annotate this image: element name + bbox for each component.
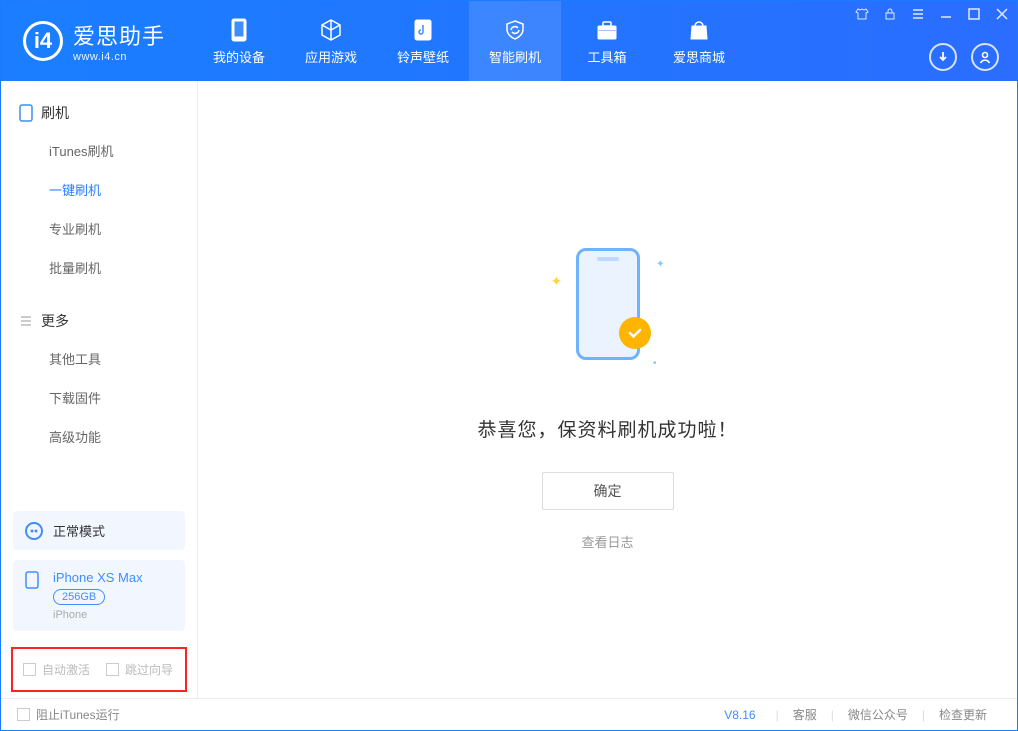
nav-flash[interactable]: 智能刷机 — [469, 1, 561, 81]
device-type: iPhone — [53, 609, 143, 621]
sidebar-item-oneclick-flash[interactable]: 一键刷机 — [1, 170, 197, 209]
device-panels: 正常模式 iPhone XS Max 256GB iPhone — [1, 511, 197, 647]
app-window: i4 爱思助手 www.i4.cn 我的设备 应用游戏 铃声壁纸 智能刷机 — [0, 0, 1018, 731]
maximize-icon[interactable] — [967, 7, 981, 21]
sidebar-group-flash: 刷机 — [1, 91, 197, 131]
version-label: V8.16 — [724, 708, 755, 722]
main-content: ✦ ✦ • 恭喜您，保资料刷机成功啦！ 确定 查看日志 — [198, 81, 1017, 698]
bag-icon — [686, 17, 712, 43]
header-actions — [929, 43, 999, 71]
sidebar-item-download-firmware[interactable]: 下载固件 — [1, 378, 197, 417]
body: 刷机 iTunes刷机 一键刷机 专业刷机 批量刷机 更多 其他工具 下载固件 … — [1, 81, 1017, 698]
checkbox-auto-activate[interactable]: 自动激活 — [23, 661, 90, 678]
music-file-icon — [410, 17, 436, 43]
nav-label: 我的设备 — [213, 47, 265, 66]
nav-store[interactable]: 爱思商城 — [653, 1, 745, 81]
sidebar-item-batch-flash[interactable]: 批量刷机 — [1, 248, 197, 287]
footer-link-support[interactable]: 客服 — [793, 706, 817, 723]
nav-label: 智能刷机 — [489, 47, 541, 66]
sidebar-item-advanced[interactable]: 高级功能 — [1, 417, 197, 456]
view-log-link[interactable]: 查看日志 — [581, 532, 633, 551]
device-capacity: 256GB — [53, 589, 105, 605]
user-circle-icon[interactable] — [971, 43, 999, 71]
footer-link-update[interactable]: 检查更新 — [939, 706, 987, 723]
footer-link-wechat[interactable]: 微信公众号 — [848, 706, 908, 723]
cube-icon — [318, 17, 344, 43]
checkbox-row-highlighted: 自动激活 跳过向导 — [11, 647, 187, 692]
sidebar-item-pro-flash[interactable]: 专业刷机 — [1, 209, 197, 248]
sidebar-group-label: 刷机 — [41, 103, 69, 123]
checkbox-skip-guide[interactable]: 跳过向导 — [106, 661, 173, 678]
nav-apps-games[interactable]: 应用游戏 — [285, 1, 377, 81]
nav-label: 工具箱 — [588, 47, 627, 66]
nav-label: 爱思商城 — [673, 47, 725, 66]
nav-my-device[interactable]: 我的设备 — [193, 1, 285, 81]
lock-icon[interactable] — [883, 7, 897, 21]
confirm-button[interactable]: 确定 — [542, 472, 674, 510]
sidebar-group-label: 更多 — [41, 311, 69, 331]
logo[interactable]: i4 爱思助手 www.i4.cn — [1, 1, 185, 81]
brand-name: 爱思助手 — [73, 19, 165, 51]
nav-ringtones[interactable]: 铃声壁纸 — [377, 1, 469, 81]
phone-outline-icon — [19, 104, 33, 122]
window-controls — [855, 7, 1009, 21]
nav-label: 应用游戏 — [305, 47, 357, 66]
logo-icon: i4 — [23, 21, 63, 61]
tshirt-icon[interactable] — [855, 7, 869, 21]
mode-label: 正常模式 — [53, 521, 105, 540]
checkbox-block-itunes[interactable]: 阻止iTunes运行 — [17, 706, 120, 723]
phone-small-icon — [25, 571, 43, 589]
sidebar-group-more: 更多 — [1, 299, 197, 339]
header: i4 爱思助手 www.i4.cn 我的设备 应用游戏 铃声壁纸 智能刷机 — [1, 1, 1017, 81]
checkmark-badge-icon — [619, 317, 651, 349]
device-name: iPhone XS Max — [53, 570, 143, 585]
device-icon — [226, 17, 252, 43]
sidebar-item-itunes-flash[interactable]: iTunes刷机 — [1, 131, 197, 170]
close-icon[interactable] — [995, 7, 1009, 21]
mode-icon — [25, 522, 43, 540]
refresh-shield-icon — [502, 17, 528, 43]
toolbox-icon — [594, 17, 620, 43]
sparkle-icon: ✦ — [551, 273, 563, 290]
menu-icon[interactable] — [911, 7, 925, 21]
success-illustration: ✦ ✦ • — [533, 229, 683, 379]
sparkle-icon: • — [653, 358, 657, 369]
list-icon — [19, 314, 33, 328]
minimize-icon[interactable] — [939, 7, 953, 21]
sidebar: 刷机 iTunes刷机 一键刷机 专业刷机 批量刷机 更多 其他工具 下载固件 … — [1, 81, 198, 698]
nav-label: 铃声壁纸 — [397, 47, 449, 66]
success-message: 恭喜您，保资料刷机成功啦！ — [477, 415, 737, 442]
top-nav: 我的设备 应用游戏 铃声壁纸 智能刷机 工具箱 爱思商城 — [193, 1, 745, 81]
sidebar-item-other-tools[interactable]: 其他工具 — [1, 339, 197, 378]
sparkle-icon: ✦ — [656, 259, 664, 270]
footer: 阻止iTunes运行 V8.16 | 客服 | 微信公众号 | 检查更新 — [1, 698, 1017, 730]
nav-toolbox[interactable]: 工具箱 — [561, 1, 653, 81]
download-circle-icon[interactable] — [929, 43, 957, 71]
brand-url: www.i4.cn — [73, 51, 165, 63]
mode-panel[interactable]: 正常模式 — [13, 511, 185, 550]
device-panel[interactable]: iPhone XS Max 256GB iPhone — [13, 560, 185, 631]
